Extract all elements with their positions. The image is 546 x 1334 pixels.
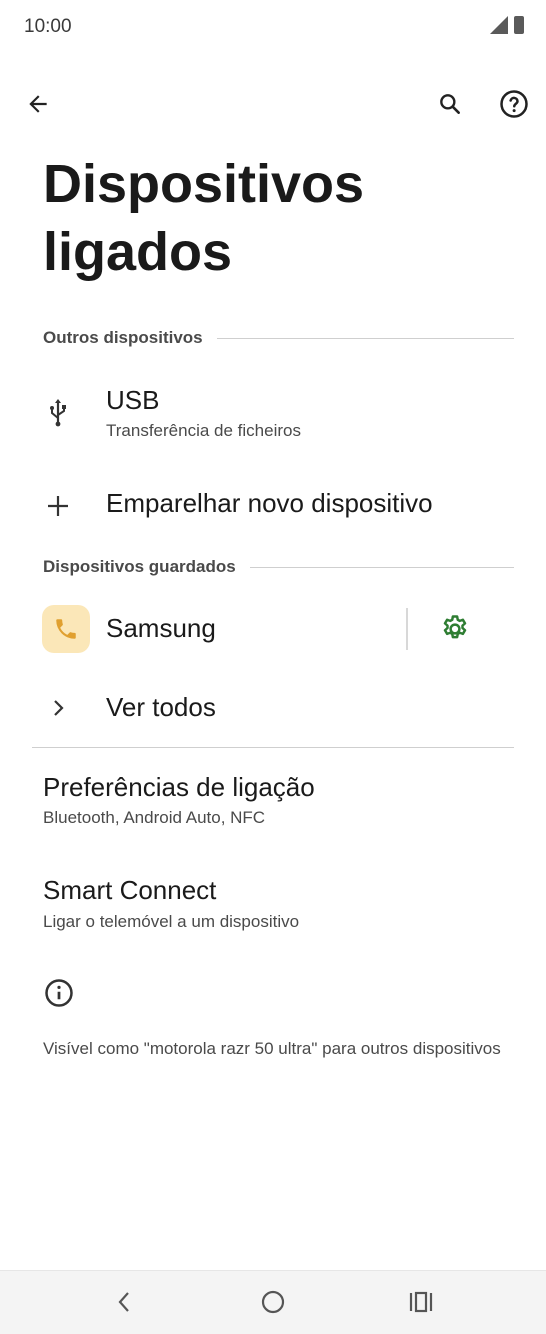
section-header-saved-devices: Dispositivos guardados [43,557,514,577]
saved-device-samsung[interactable]: Samsung [0,605,396,655]
usb-subtitle: Transferência de ficheiros [106,421,301,440]
nav-back-icon[interactable] [110,1284,138,1320]
smart-connect-subtitle: Ligar o telemóvel a um dispositivo [43,912,300,931]
usb-icon [40,395,76,431]
connection-preferences-row[interactable]: Preferências de ligação Bluetooth, Andro… [0,768,546,838]
info-icon [42,976,76,1010]
usb-row[interactable]: USB Transferência de ficheiros [0,380,546,460]
help-icon[interactable] [494,84,534,124]
pair-new-device-row[interactable]: Emparelhar novo dispositivo [0,480,546,532]
gear-icon[interactable] [434,608,476,650]
nav-recents-icon[interactable] [406,1288,436,1316]
see-all-label: Ver todos [106,692,216,722]
section-divider [249,566,514,568]
chevron-right-icon [40,690,76,726]
saved-device-name: Samsung [106,613,216,643]
usb-title: USB [106,385,160,415]
section-label: Outros dispositivos [43,328,203,347]
connection-preferences-subtitle: Bluetooth, Android Auto, NFC [43,808,266,827]
search-icon[interactable] [430,84,470,124]
smart-connect-row[interactable]: Smart Connect Ligar o telemóvel a um dis… [0,872,546,942]
section-header-other-devices: Outros dispositivos [43,328,514,348]
section-label: Dispositivos guardados [43,557,236,576]
vertical-divider [406,608,408,650]
pair-new-device-label: Emparelhar novo dispositivo [106,488,433,518]
see-all-row[interactable]: Ver todos [0,688,546,732]
battery-icon [514,16,524,34]
nav-home-icon[interactable] [259,1288,287,1316]
signal-icon [490,16,508,34]
connected-devices-screen: 10:00 Dispositivos ligados Outros dispos… [0,0,546,1334]
plus-icon [40,488,76,524]
status-time: 10:00 [24,16,72,37]
smart-connect-title: Smart Connect [43,875,217,905]
back-arrow-icon[interactable] [18,84,58,124]
visibility-footer-text: Visível como "motorola razr 50 ultra" pa… [43,1039,501,1058]
page-title: Dispositivos ligados [43,154,365,282]
list-divider [32,747,514,748]
connection-preferences-title: Preferências de ligação [43,772,315,802]
status-icons [490,16,524,34]
section-divider [216,337,514,339]
